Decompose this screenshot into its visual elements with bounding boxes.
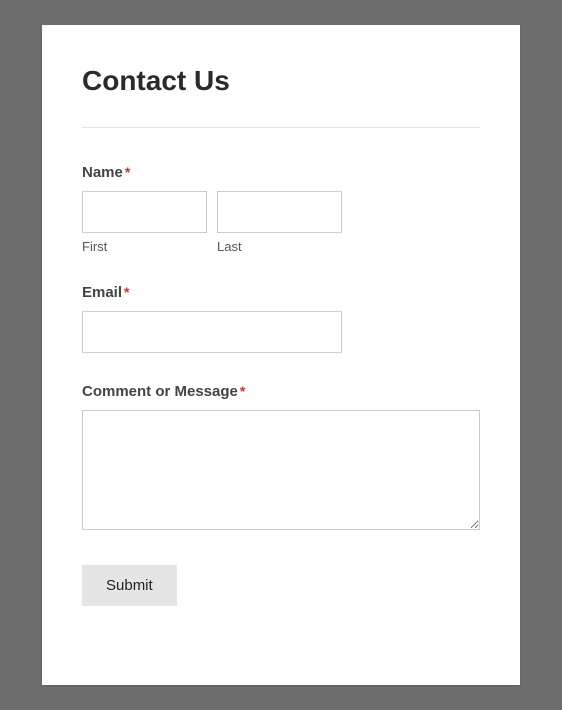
- last-name-column: Last: [217, 191, 342, 254]
- name-label: Name*: [82, 164, 130, 181]
- email-label: Email*: [82, 284, 129, 301]
- message-label-text: Comment or Message: [82, 383, 238, 400]
- message-label: Comment or Message*: [82, 383, 245, 400]
- first-name-input[interactable]: [82, 191, 207, 233]
- submit-button[interactable]: Submit: [82, 565, 177, 606]
- divider: [82, 127, 480, 128]
- message-textarea[interactable]: [82, 410, 480, 530]
- contact-form-card: Contact Us Name* First Last Email* Comme…: [42, 25, 520, 685]
- first-name-sublabel: First: [82, 239, 207, 254]
- last-name-input[interactable]: [217, 191, 342, 233]
- first-name-column: First: [82, 191, 207, 254]
- name-input-row: First Last: [82, 191, 480, 254]
- message-required-marker: *: [240, 383, 245, 399]
- name-required-marker: *: [125, 164, 130, 180]
- last-name-sublabel: Last: [217, 239, 342, 254]
- email-required-marker: *: [124, 284, 129, 300]
- email-label-text: Email: [82, 284, 122, 301]
- email-field-group: Email*: [82, 284, 480, 353]
- name-label-text: Name: [82, 164, 123, 181]
- name-field-group: Name* First Last: [82, 164, 480, 254]
- email-input[interactable]: [82, 311, 342, 353]
- page-title: Contact Us: [82, 65, 480, 97]
- message-field-group: Comment or Message*: [82, 383, 480, 535]
